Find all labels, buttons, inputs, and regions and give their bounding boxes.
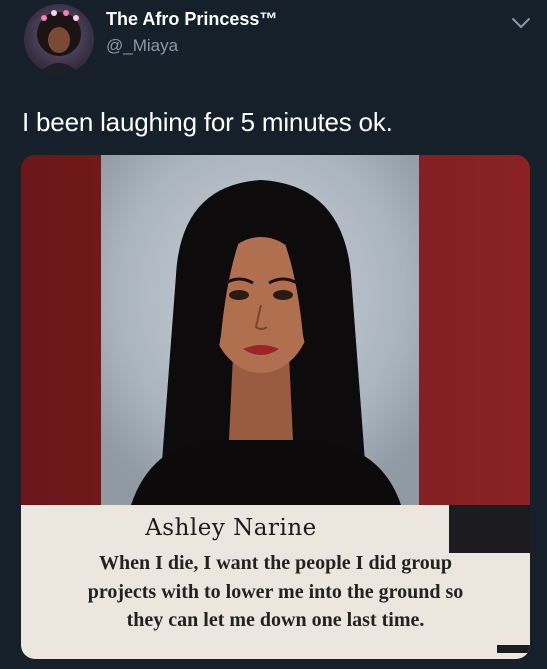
- tweet-media-image[interactable]: Ashley Narine When I die, I want the peo…: [21, 155, 530, 659]
- student-name: Ashley Narine: [145, 515, 317, 541]
- user-handle[interactable]: @_Miaya: [106, 36, 178, 56]
- avatar-photo-icon: [24, 4, 94, 74]
- quote-line: they can let me down one last time.: [126, 609, 425, 631]
- dark-corner-block: [449, 505, 530, 553]
- tweet-text: I been laughing for 5 minutes ok.: [22, 107, 393, 137]
- yearbook-caption: Ashley Narine When I die, I want the peo…: [21, 505, 530, 659]
- avatar[interactable]: [24, 4, 94, 74]
- dark-corner-tick: [497, 645, 530, 653]
- tweet-header: The Afro Princess™ @_Miaya: [0, 0, 547, 80]
- yearbook-quote: When I die, I want the people I did grou…: [21, 549, 530, 635]
- quote-line: projects with to lower me into the groun…: [87, 580, 464, 603]
- display-name[interactable]: The Afro Princess™: [106, 9, 277, 30]
- quote-line: When I die, I want the people I did grou…: [98, 552, 453, 574]
- chevron-down-icon[interactable]: [510, 14, 532, 32]
